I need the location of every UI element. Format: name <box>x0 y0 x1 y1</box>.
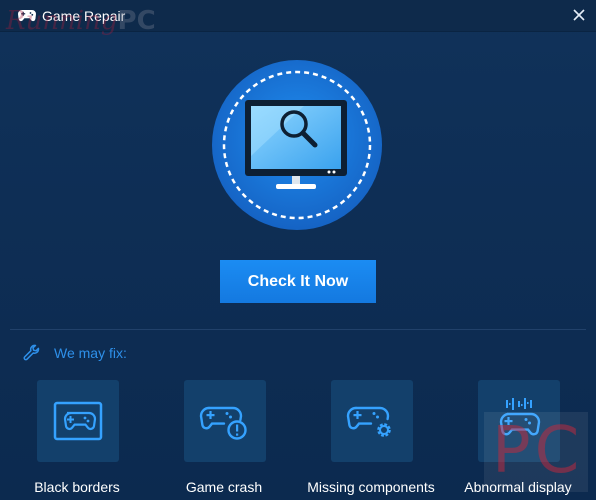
we-may-fix-label: We may fix: <box>54 345 127 361</box>
title-bar: Game Repair <box>0 0 596 32</box>
close-icon[interactable] <box>570 6 588 24</box>
fix-item-abnormal-display[interactable] <box>478 380 560 462</box>
fix-item-game-crash[interactable] <box>184 380 266 462</box>
gamepad-icon <box>18 10 36 22</box>
fix-item-label-missing-components: Missing components <box>307 479 435 495</box>
fix-item-missing-components[interactable] <box>331 380 413 462</box>
window-title: Game Repair <box>42 8 126 24</box>
gamepad-borders-icon <box>53 401 103 441</box>
section-divider <box>10 329 586 330</box>
fix-item-label-black-borders: Black borders <box>34 479 120 495</box>
fix-item-label-abnormal-display: Abnormal display <box>464 479 572 495</box>
wrench-icon <box>23 344 40 361</box>
gamepad-crash-icon <box>199 406 247 440</box>
monitor-search-icon <box>212 60 382 230</box>
game-repair-window: Game Repair RunningPC Check It Now We ma… <box>0 0 596 500</box>
fix-item-black-borders[interactable] <box>37 380 119 462</box>
gamepad-display-icon <box>499 398 541 436</box>
gamepad-gear-icon <box>346 406 391 437</box>
we-may-fix-header: We may fix: <box>22 343 127 363</box>
fix-item-label-game-crash: Game crash <box>185 479 263 495</box>
check-it-now-button[interactable]: Check It Now <box>220 260 376 303</box>
